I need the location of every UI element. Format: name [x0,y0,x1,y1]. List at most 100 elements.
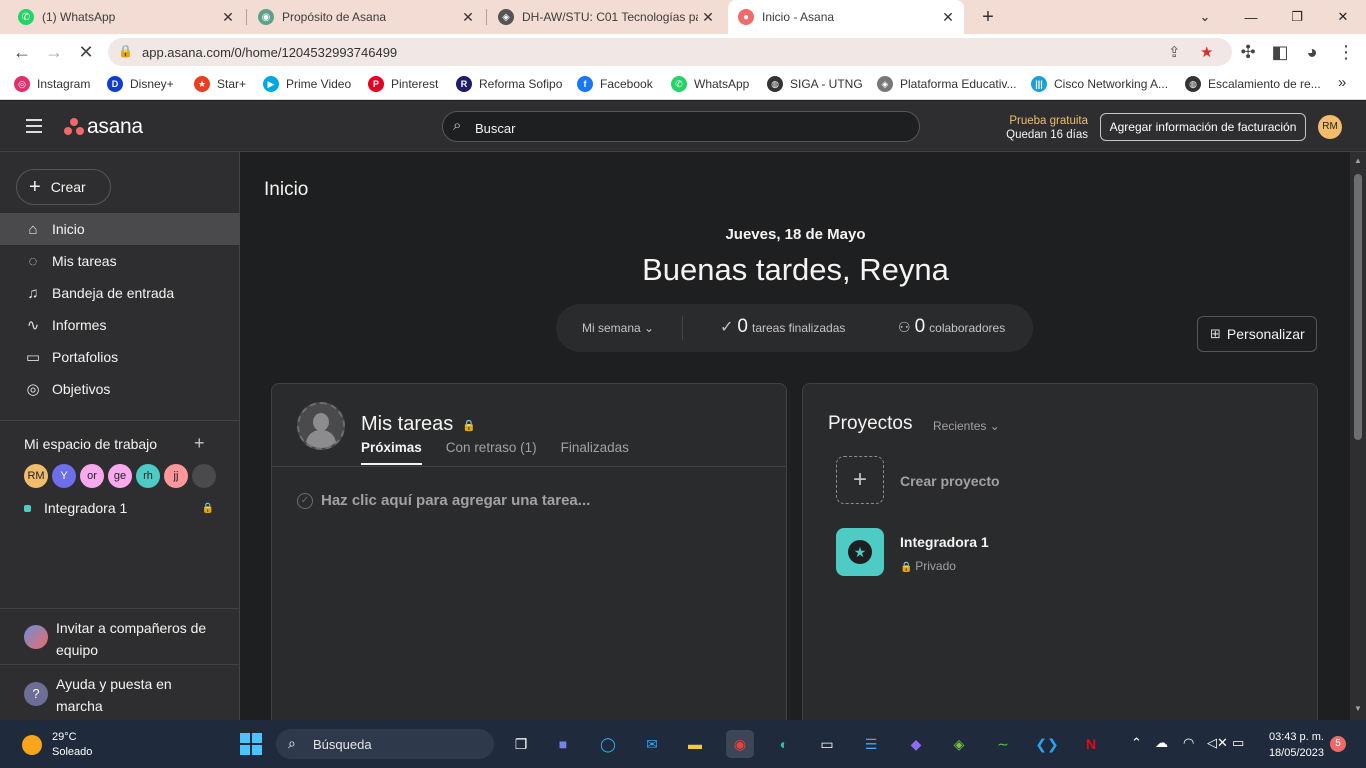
user-avatar[interactable]: RM [1318,115,1342,139]
bookmark-star-icon[interactable]: ★ [1200,43,1213,61]
member-avatar[interactable]: jj [164,464,188,488]
tab-whatsapp[interactable]: ✆ (1) WhatsApp ✕ [8,0,244,34]
sidebar-item-objetivos[interactable]: ◎ Objetivos [0,373,240,405]
sidebar-item-mis-tareas[interactable]: ◌ Mis tareas [0,245,240,277]
stop-loading-icon[interactable]: ✕ [74,41,98,63]
member-avatar[interactable]: RM [24,464,48,488]
side-panel-icon[interactable]: ◧ [1268,41,1292,63]
create-button[interactable]: + Crear [16,169,111,205]
address-bar[interactable]: 🔒 app.asana.com/0/home/1204532993746499 … [108,38,1232,66]
close-tab-icon[interactable]: ✕ [938,9,958,26]
close-tab-icon[interactable]: ✕ [698,9,718,26]
bookmark-prime-video[interactable]: ▶ Prime Video [263,76,351,92]
battery-icon[interactable]: ▭ [1232,735,1244,751]
invite-teammates[interactable]: Invitar a compañeros de equipo [0,608,240,664]
workspace-title[interactable]: Mi espacio de trabajo [24,436,157,452]
member-avatar[interactable]: rh [136,464,160,488]
chrome-icon[interactable]: ◉ [726,730,754,758]
create-project-plus-icon[interactable]: + [836,456,884,504]
bookmark-escalamiento[interactable]: ◍ Escalamiento de re... [1185,76,1321,92]
project-tile-integradora[interactable]: ★ [836,528,884,576]
netflix-icon[interactable]: N [1077,730,1105,758]
weather-widget[interactable]: 29°C Soleado [22,730,92,760]
bookmark-whatsapp[interactable]: ✆ WhatsApp [671,76,749,92]
project-name[interactable]: Integradora 1 [900,534,989,550]
bookmark-plataforma-educativa[interactable]: ◈ Plataforma Educativ... [877,76,1017,92]
sidebar-item-bandeja[interactable]: ♫ Bandeja de entrada [0,277,240,309]
scroll-up-icon[interactable]: ▲ [1354,156,1362,165]
app-icon[interactable]: ◈ [945,730,973,758]
share-icon[interactable]: ⇪ [1168,43,1181,61]
create-project-label[interactable]: Crear proyecto [900,473,1000,489]
tab-proximas[interactable]: Próximas [361,440,422,465]
notification-badge[interactable]: 5 [1330,736,1346,752]
hamburger-menu-icon[interactable] [26,119,42,133]
asana-logo[interactable]: asana [64,115,143,139]
customize-button[interactable]: ⊞ Personalizar [1197,316,1317,352]
back-arrow-icon[interactable]: ← [10,41,34,63]
notepad-icon[interactable]: ☰ [857,730,885,758]
close-tab-icon[interactable]: ✕ [218,9,238,26]
close-window-icon[interactable]: ✕ [1320,0,1366,34]
bookmark-reforma-sofipo[interactable]: R Reforma Sofipo [456,76,562,92]
teams-chat-icon[interactable]: ■ [549,730,577,758]
add-billing-button[interactable]: Agregar información de facturación [1100,113,1306,141]
user-placeholder-avatar[interactable] [297,402,345,450]
bookmark-facebook[interactable]: f Facebook [577,76,653,92]
tab-search-chevron-icon[interactable]: ⌄ [1182,0,1228,34]
scrollbar-thumb[interactable] [1354,174,1362,440]
cloud-offline-icon[interactable]: ☁ [1155,735,1168,751]
bookmark-disney[interactable]: D Disney+ [107,76,174,92]
mail-icon[interactable]: ✉ [638,730,666,758]
member-avatar[interactable]: ge [108,464,132,488]
bookmark-cisco[interactable]: ||| Cisco Networking A... [1031,76,1168,92]
add-task-row[interactable]: ✓ Haz clic aquí para agregar una tarea..… [297,492,590,509]
wifi-icon[interactable]: ◠ [1183,735,1194,751]
file-explorer-icon[interactable]: ▬ [681,730,709,758]
restore-icon[interactable]: ❐ [1274,0,1320,34]
vscode-icon[interactable]: ❮❯ [1033,730,1061,758]
projects-filter-dropdown[interactable]: Recientes ⌄ [933,419,1000,433]
scroll-down-icon[interactable]: ▼ [1354,704,1362,713]
member-avatar[interactable]: or [80,464,104,488]
url-text[interactable]: app.asana.com/0/home/1204532993746499 [142,45,397,60]
more-members-avatar[interactable] [192,464,216,488]
profile-avatar-icon[interactable]: ◕ [1300,41,1324,63]
tab-proposito-asana[interactable]: ◉ Propósito de Asana ✕ [248,0,484,34]
my-tasks-title[interactable]: Mis tareas [361,413,453,436]
menu-kebab-icon[interactable]: ⋮ [1334,41,1358,63]
search-input[interactable]: ⌕ Buscar [442,111,920,142]
tab-finalizadas[interactable]: Finalizadas [561,440,629,465]
task-view-icon[interactable]: ❐ [507,730,535,758]
member-avatar[interactable]: Y [52,464,76,488]
tab-dh-aw[interactable]: ◈ DH-AW/STU: C01 Tecnologías pa ✕ [488,0,724,34]
forward-arrow-icon[interactable]: → [42,41,66,63]
bookmark-siga-utng[interactable]: ◍ SIGA - UTNG [767,76,863,92]
sidebar-item-portafolios[interactable]: ▭ Portafolios [0,341,240,373]
system-clock[interactable]: 03:43 p. m. 18/05/2023 [1260,729,1324,761]
tab-con-retraso[interactable]: Con retraso (1) [446,440,537,465]
sidebar-item-informes[interactable]: ∿ Informes [0,309,240,341]
close-tab-icon[interactable]: ✕ [458,9,478,26]
trial-notice[interactable]: Prueba gratuita Quedan 16 días [998,114,1088,142]
bookmark-pinterest[interactable]: P Pinterest [368,76,438,92]
terminal-icon[interactable]: ▭ [813,730,841,758]
new-tab-button[interactable]: + [978,6,998,28]
sidebar-item-inicio[interactable]: ⌂ Inicio [0,213,240,245]
main-scrollbar[interactable]: ▲ ▼ [1350,152,1366,720]
tray-chevron-up-icon[interactable]: ⌃ [1131,735,1142,751]
copilot-icon[interactable]: ◆ [902,730,930,758]
extensions-puzzle-icon[interactable]: ✣ [1236,41,1260,63]
windows-start-icon[interactable] [240,733,262,755]
week-selector[interactable]: Mi semana ⌄ [582,321,654,335]
taskbar-search[interactable]: ⌕ Búsqueda [276,729,494,759]
crocodile-app-icon[interactable]: ∼ [989,730,1017,758]
volume-muted-icon[interactable]: ◁✕ [1207,735,1228,751]
sidebar-project-integradora[interactable]: Integradora 1 🔒 [24,500,224,516]
more-bookmarks-icon[interactable]: » [1338,74,1346,91]
cortana-icon[interactable]: ◯ [594,730,622,758]
help-getting-started[interactable]: ? Ayuda y puesta en marcha [0,664,240,720]
bookmark-star-plus[interactable]: ★ Star+ [194,76,246,92]
minimize-icon[interactable]: — [1228,0,1274,34]
tab-inicio-asana[interactable]: ● Inicio - Asana ✕ [728,0,964,34]
